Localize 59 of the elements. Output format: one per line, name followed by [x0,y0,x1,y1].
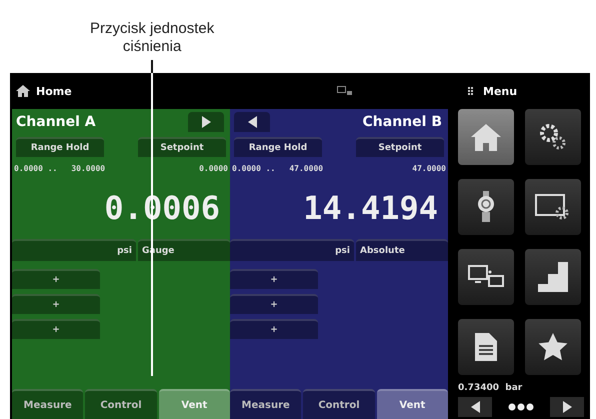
range-high: 30.0000 [71,164,106,172]
mode-tab[interactable]: Control [303,389,375,419]
previous-page-button[interactable] [458,397,492,417]
mode-button[interactable]: Absolute [356,239,448,261]
gears-icon [538,123,568,151]
range-low: 0.0000 .. [232,164,276,172]
mode-tab[interactable]: Control [85,389,157,419]
right-arrow-icon [562,401,572,413]
callout-caption: Przycisk jednostek ciśnienia [90,20,214,56]
channel-button[interactable]: Range Hold [234,137,322,157]
left-arrow-icon [470,401,480,413]
mode-tab[interactable]: Measure [230,389,302,419]
right-arrow-icon [202,116,210,128]
add-button[interactable]: + [12,269,100,289]
next-page-button[interactable] [550,397,584,417]
header-title: Home [36,84,72,98]
channel-arrow-button[interactable] [188,112,224,132]
menu-tile[interactable] [525,319,581,375]
add-button[interactable]: + [12,319,100,339]
channel-button[interactable]: Setpoint [138,137,226,157]
star-icon [538,333,568,361]
setpoint-value: 0.0000 [199,164,228,172]
menu-tile[interactable] [458,319,514,375]
document-icon [475,333,497,361]
mode-tab[interactable]: Vent [376,389,448,419]
menu-tile[interactable] [525,109,581,165]
barometer-reading: 0.73400 bar [458,383,524,393]
menu-tile[interactable] [525,249,581,305]
channel-arrow-button[interactable] [234,112,270,132]
channel-button[interactable]: Setpoint [356,137,444,157]
display-settings-icon [535,193,571,221]
channel-title: Channel A [16,114,96,130]
gauge-icon [476,191,496,223]
add-button[interactable]: + [230,294,318,314]
range-high: 47.0000 [289,164,324,172]
menu-title: Menu [483,84,518,98]
add-button[interactable]: + [12,294,100,314]
menu-tile[interactable] [458,109,514,165]
home-icon [16,85,30,97]
menu-tile[interactable] [525,179,581,235]
unit-button[interactable]: psi [12,239,136,261]
setpoint-value: 47.0000 [412,164,446,172]
steps-icon [538,262,568,292]
left-arrow-icon [248,116,256,128]
menu-tile[interactable] [458,179,514,235]
mode-tab[interactable]: Measure [12,389,84,419]
grid-icon [468,87,473,95]
add-button[interactable]: + [230,319,318,339]
channel-button[interactable]: Range Hold [16,137,104,157]
add-button[interactable]: + [230,269,318,289]
menu-tile[interactable] [458,249,514,305]
remote-status-icon [337,86,353,96]
home-icon [469,122,503,152]
range-low: 0.0000 .. [14,164,58,172]
unit-button[interactable]: psi [230,239,354,261]
channel-title: Channel B [362,114,442,130]
remote-connection-icon [468,264,504,290]
pressure-reading: 14.4194 [303,189,438,227]
page-dots-icon [508,403,534,411]
